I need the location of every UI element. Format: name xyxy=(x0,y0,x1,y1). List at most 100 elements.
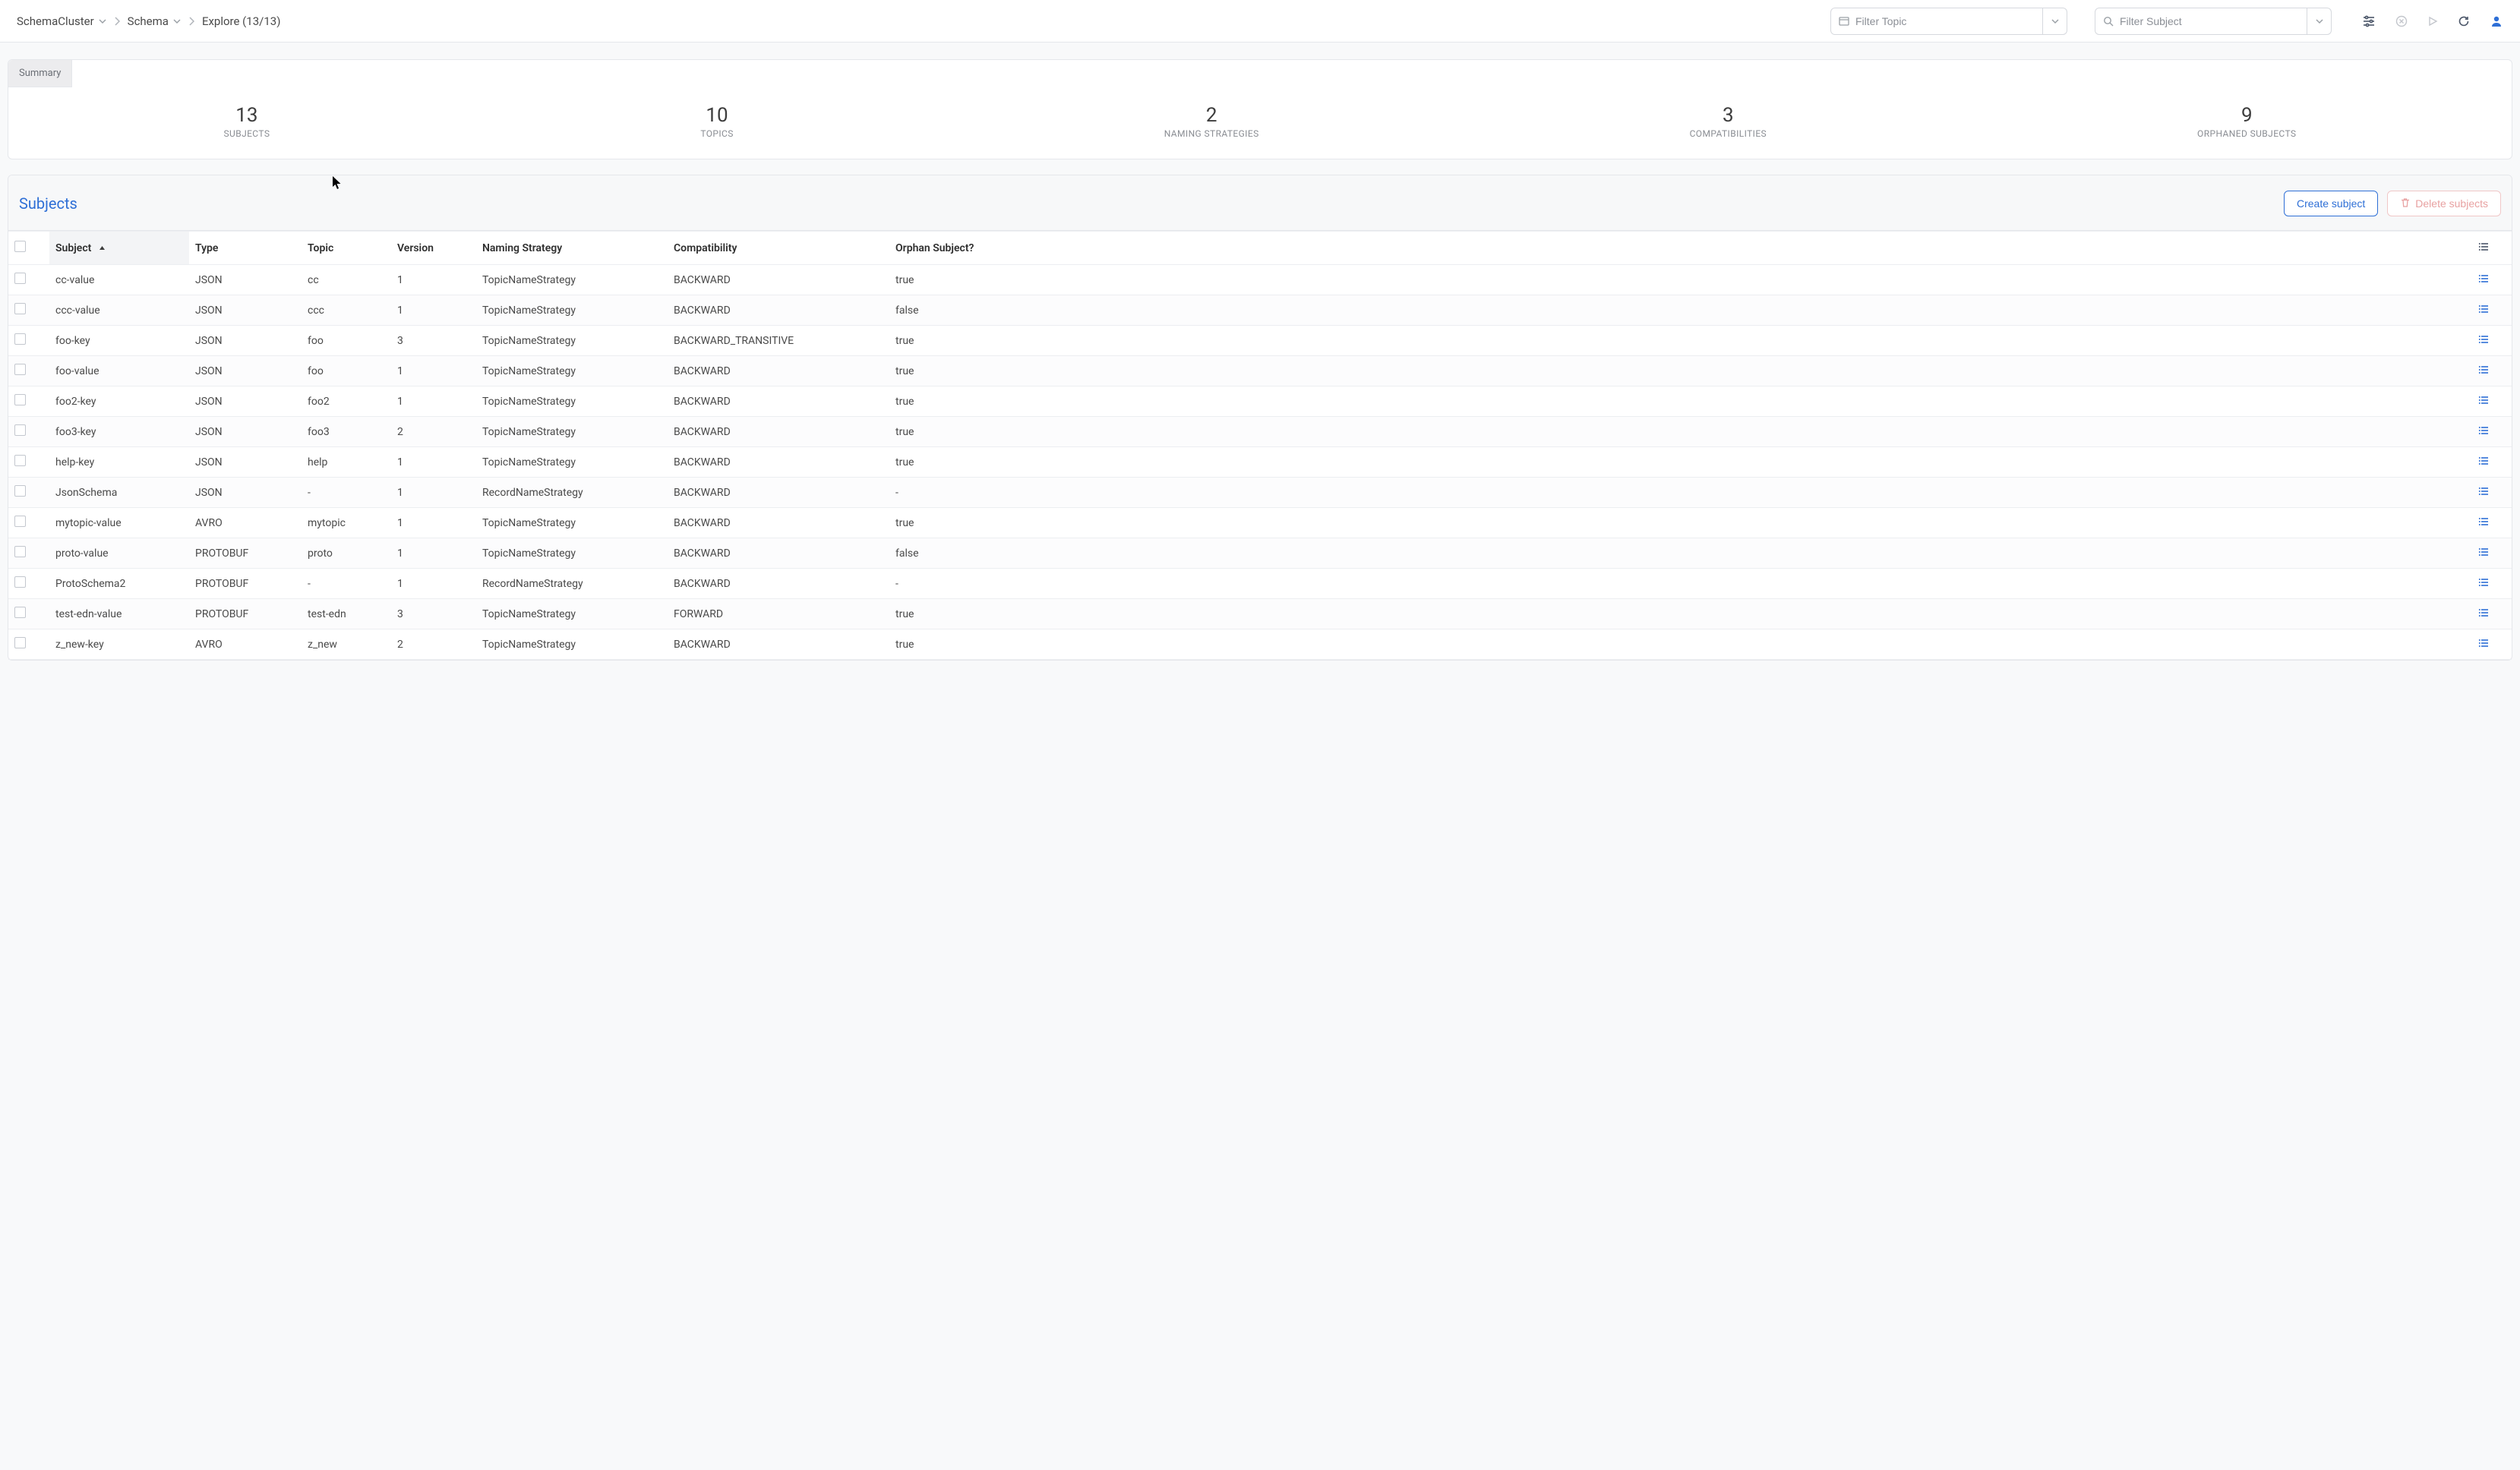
table-row[interactable]: JsonSchemaJSON-1RecordNameStrategyBACKWA… xyxy=(8,478,2512,508)
row-checkbox[interactable] xyxy=(14,546,26,557)
cell-subject: foo-value xyxy=(49,356,189,386)
row-actions-icon[interactable] xyxy=(2478,607,2489,618)
cell-naming: TopicNameStrategy xyxy=(476,356,668,386)
row-checkbox[interactable] xyxy=(14,637,26,648)
row-actions-icon[interactable] xyxy=(2478,425,2489,436)
breadcrumb-explore-label: Explore (13/13) xyxy=(202,14,280,28)
subjects-actions: Create subject Delete subjects xyxy=(2284,191,2501,216)
row-actions-icon[interactable] xyxy=(2478,395,2489,405)
row-actions-icon[interactable] xyxy=(2478,547,2489,557)
row-checkbox[interactable] xyxy=(14,516,26,527)
table-row[interactable]: proto-valuePROTOBUFproto1TopicNameStrate… xyxy=(8,538,2512,569)
row-checkbox[interactable] xyxy=(14,273,26,284)
create-subject-button[interactable]: Create subject xyxy=(2284,191,2378,216)
column-label: Naming Strategy xyxy=(482,242,562,254)
row-checkbox[interactable] xyxy=(14,364,26,375)
cell-subject: ccc-value xyxy=(49,295,189,326)
column-header-menu[interactable] xyxy=(2472,232,2512,265)
table-row[interactable]: foo-valueJSONfoo1TopicNameStrategyBACKWA… xyxy=(8,356,2512,386)
filter-subject-box[interactable] xyxy=(2095,8,2307,35)
cell-type: JSON xyxy=(189,265,302,295)
row-actions-icon[interactable] xyxy=(2478,638,2489,648)
filter-topic-input[interactable] xyxy=(1855,15,2035,27)
cell-subject: proto-value xyxy=(49,538,189,569)
row-actions-icon[interactable] xyxy=(2478,577,2489,588)
cell-naming: TopicNameStrategy xyxy=(476,265,668,295)
row-actions-icon[interactable] xyxy=(2478,304,2489,314)
row-menu-cell xyxy=(2472,326,2512,356)
row-menu-cell xyxy=(2472,265,2512,295)
row-checkbox[interactable] xyxy=(14,424,26,436)
stat-value: 13 xyxy=(223,104,270,127)
settings-sliders-icon[interactable] xyxy=(2362,14,2376,28)
column-header-orphan[interactable]: Orphan Subject? xyxy=(889,232,2472,265)
column-header-version[interactable]: Version xyxy=(391,232,476,265)
play-icon[interactable] xyxy=(2427,16,2438,27)
table-row[interactable]: foo2-keyJSONfoo21TopicNameStrategyBACKWA… xyxy=(8,386,2512,417)
cell-compat: BACKWARD xyxy=(668,508,889,538)
table-row[interactable]: ProtoSchema2PROTOBUF-1RecordNameStrategy… xyxy=(8,569,2512,599)
cell-topic: help xyxy=(302,447,391,478)
breadcrumb-cluster[interactable]: SchemaCluster xyxy=(17,14,106,28)
row-actions-icon[interactable] xyxy=(2478,486,2489,497)
filter-topic-dropdown-button[interactable] xyxy=(2043,8,2067,35)
user-icon[interactable] xyxy=(2490,14,2503,28)
column-header-subject[interactable]: Subject xyxy=(49,232,189,265)
cell-version: 3 xyxy=(391,326,476,356)
row-checkbox[interactable] xyxy=(14,607,26,618)
row-actions-icon[interactable] xyxy=(2478,456,2489,466)
cell-orphan: true xyxy=(889,386,2472,417)
row-checkbox[interactable] xyxy=(14,394,26,405)
summary-tab[interactable]: Summary xyxy=(8,60,72,87)
cell-subject: mytopic-value xyxy=(49,508,189,538)
cell-naming: TopicNameStrategy xyxy=(476,508,668,538)
row-actions-icon[interactable] xyxy=(2478,516,2489,527)
table-row[interactable]: mytopic-valueAVROmytopic1TopicNameStrate… xyxy=(8,508,2512,538)
subjects-header: Subjects Create subject Delete subjects xyxy=(8,175,2512,231)
cell-naming: TopicNameStrategy xyxy=(476,538,668,569)
cell-orphan: false xyxy=(889,295,2472,326)
table-row[interactable]: ccc-valueJSONccc1TopicNameStrategyBACKWA… xyxy=(8,295,2512,326)
cell-naming: TopicNameStrategy xyxy=(476,447,668,478)
stat-topics: 10 TOPICS xyxy=(700,104,733,139)
chevron-right-icon xyxy=(114,17,120,26)
column-header-type[interactable]: Type xyxy=(189,232,302,265)
breadcrumb-explore[interactable]: Explore (13/13) xyxy=(202,14,280,28)
row-checkbox-cell xyxy=(8,629,49,660)
table-row[interactable]: foo3-keyJSONfoo32TopicNameStrategyBACKWA… xyxy=(8,417,2512,447)
cancel-circle-icon[interactable] xyxy=(2395,15,2408,27)
header-checkbox-cell xyxy=(8,232,49,265)
row-actions-icon[interactable] xyxy=(2478,273,2489,284)
row-actions-icon[interactable] xyxy=(2478,334,2489,345)
table-row[interactable]: z_new-keyAVROz_new2TopicNameStrategyBACK… xyxy=(8,629,2512,660)
row-checkbox[interactable] xyxy=(14,455,26,466)
table-row[interactable]: cc-valueJSONcc1TopicNameStrategyBACKWARD… xyxy=(8,265,2512,295)
cell-version: 2 xyxy=(391,629,476,660)
cell-compat: FORWARD xyxy=(668,599,889,629)
row-checkbox[interactable] xyxy=(14,303,26,314)
refresh-icon[interactable] xyxy=(2458,15,2470,27)
table-row[interactable]: test-edn-valuePROTOBUFtest-edn3TopicName… xyxy=(8,599,2512,629)
column-header-topic[interactable]: Topic xyxy=(302,232,391,265)
delete-subjects-button[interactable]: Delete subjects xyxy=(2387,191,2501,216)
row-checkbox-cell xyxy=(8,478,49,508)
row-actions-icon[interactable] xyxy=(2478,364,2489,375)
table-row[interactable]: help-keyJSONhelp1TopicNameStrategyBACKWA… xyxy=(8,447,2512,478)
table-row[interactable]: foo-keyJSONfoo3TopicNameStrategyBACKWARD… xyxy=(8,326,2512,356)
column-header-compat[interactable]: Compatibility xyxy=(668,232,889,265)
row-checkbox[interactable] xyxy=(14,576,26,588)
select-all-checkbox[interactable] xyxy=(14,241,26,252)
stat-value: 3 xyxy=(1690,104,1767,127)
row-checkbox[interactable] xyxy=(14,485,26,497)
breadcrumb-schema[interactable]: Schema xyxy=(128,14,181,28)
filter-subject-input[interactable] xyxy=(2120,15,2299,27)
cell-naming: TopicNameStrategy xyxy=(476,417,668,447)
row-checkbox[interactable] xyxy=(14,333,26,345)
filter-topic-box[interactable] xyxy=(1830,8,2043,35)
top-bar: SchemaCluster Schema Explore (13/13) xyxy=(0,0,2520,43)
cell-type: AVRO xyxy=(189,508,302,538)
cell-naming: RecordNameStrategy xyxy=(476,569,668,599)
cell-topic: test-edn xyxy=(302,599,391,629)
column-header-naming[interactable]: Naming Strategy xyxy=(476,232,668,265)
filter-subject-dropdown-button[interactable] xyxy=(2307,8,2332,35)
